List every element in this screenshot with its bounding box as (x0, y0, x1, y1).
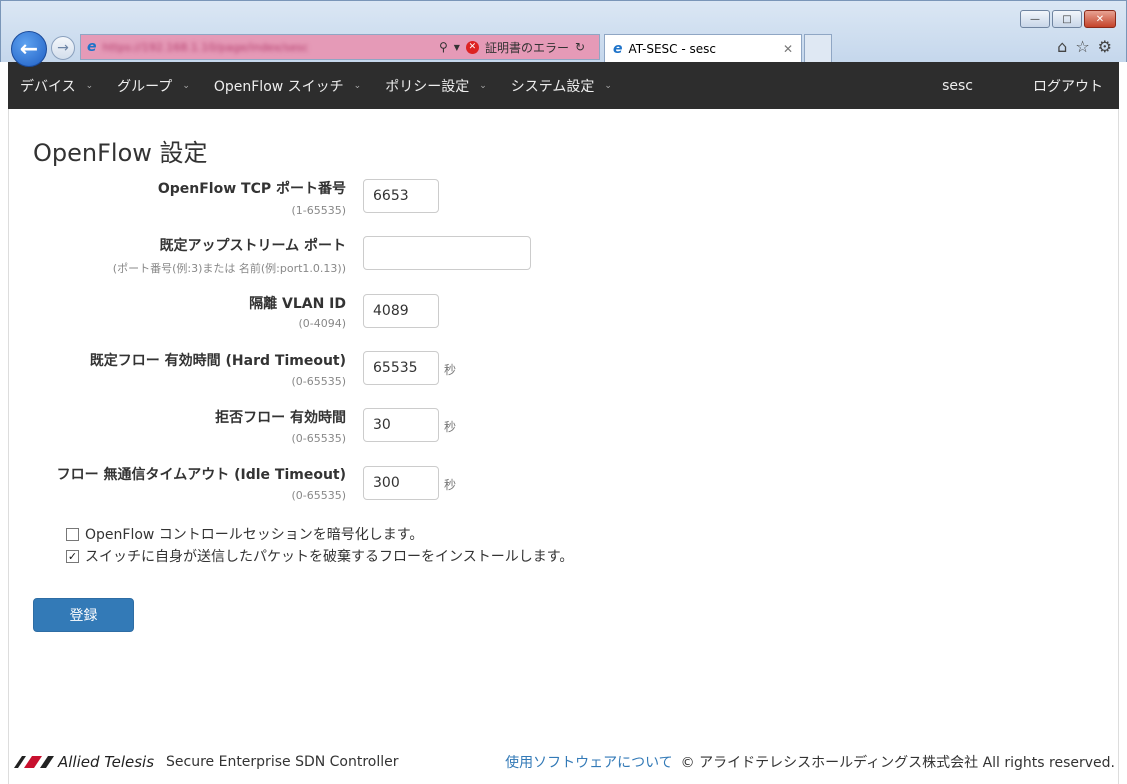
window-controls: — □ ✕ (1020, 10, 1116, 28)
drop-own-packets-option[interactable]: ✓ スイッチに自身が送信したパケットを破棄するフローをインストールします。 (66, 546, 573, 566)
content-area (8, 109, 1119, 784)
product-name: Secure Enterprise SDN Controller (166, 754, 399, 770)
minimize-button[interactable]: — (1020, 10, 1050, 28)
close-window-button[interactable]: ✕ (1084, 10, 1116, 28)
software-info-link[interactable]: 使用ソフトウェアについて (505, 752, 673, 772)
dropdown-icon[interactable]: ▼ (454, 43, 460, 52)
copyright: © アライドテレシスホールディングス株式会社 All rights reserv… (680, 755, 1115, 771)
field-hint: (1-65535) (291, 204, 346, 217)
chevron-down-icon: ⌄ (353, 80, 362, 91)
unit-label: 秒 (444, 478, 457, 492)
quarantine-vlan-input[interactable] (363, 294, 439, 328)
cert-error-icon: ✕ (465, 40, 479, 54)
field-hint: (0-4094) (298, 317, 346, 330)
allied-telesis-logo: Allied Telesis (14, 753, 154, 771)
nav-label: デバイス (20, 78, 76, 95)
address-bar[interactable]: e https://192.168.1.10/page/index/sesc ⚲… (80, 34, 600, 60)
nav-label: ポリシー設定 (385, 78, 470, 95)
browser-tab[interactable]: e AT-SESC - sesc ✕ (604, 34, 802, 62)
encrypt-session-checkbox[interactable] (66, 527, 79, 541)
top-navbar: デバイス ⌄ グループ ⌄ OpenFlow スイッチ ⌄ ポリシー設定 ⌄ システム設… (8, 62, 1119, 109)
field-label: OpenFlow TCP ポート番号 (157, 181, 346, 197)
checkbox-label: スイッチに自身が送信したパケットを破棄するフローをインストールします。 (85, 549, 574, 565)
nav-devices[interactable]: デバイス ⌄ (8, 62, 105, 109)
gear-icon[interactable]: ⚙ (1098, 37, 1112, 56)
upstream-port-input[interactable] (363, 236, 531, 270)
new-tab-button[interactable] (804, 34, 832, 62)
logout-link[interactable]: ログアウト (999, 76, 1119, 96)
field-hint: (0-65535) (291, 432, 346, 445)
nav-policy[interactable]: ポリシー設定 ⌄ (373, 62, 499, 109)
forward-button[interactable]: → (51, 36, 75, 60)
close-tab-icon[interactable]: ✕ (783, 42, 793, 56)
arrow-right-icon: → (57, 40, 69, 56)
field-hint: (0-65535) (291, 489, 346, 502)
field-label: 既定フロー 有効時間 (Hard Timeout) (89, 353, 346, 369)
tab-title: AT-SESC - sesc (628, 41, 716, 56)
chevron-down-icon: ⌄ (85, 80, 94, 91)
maximize-button[interactable]: □ (1052, 10, 1082, 28)
encrypt-session-option[interactable]: OpenFlow コントロールセッションを暗号化します。 (66, 524, 423, 544)
back-button[interactable]: ← (11, 31, 47, 67)
field-hint: (0-65535) (291, 375, 346, 388)
ie-icon: e (87, 39, 97, 55)
drop-own-packets-checkbox[interactable]: ✓ (66, 549, 79, 563)
unit-label: 秒 (444, 363, 457, 377)
arrow-left-icon: ← (19, 36, 39, 62)
nav-label: グループ (117, 78, 173, 95)
allied-telesis-logo-icon (14, 756, 54, 768)
refresh-icon[interactable]: ↻ (575, 40, 585, 54)
chevron-down-icon: ⌄ (182, 80, 190, 91)
nav-system[interactable]: システム設定 ⌄ (499, 62, 624, 109)
nav-username: sesc (942, 77, 973, 94)
idle-timeout-input[interactable] (363, 466, 439, 500)
ie-tab-icon: e (613, 40, 623, 57)
field-label: フロー 無通信タイムアウト (Idle Timeout) (56, 467, 346, 483)
hard-timeout-input[interactable] (363, 351, 439, 385)
unit-label: 秒 (444, 420, 457, 434)
field-label: 既定アップストリーム ポート (159, 238, 346, 254)
nav-label: システム設定 (510, 78, 595, 95)
browser-chrome: — □ ✕ ← → e https://192.168.1.10/page/in… (0, 0, 1127, 67)
nav-label: OpenFlow スイッチ (213, 78, 344, 95)
tcp-port-input[interactable] (363, 179, 439, 213)
field-hint: (ポート番号(例:3)または 名前(例:port1.0.13)) (112, 262, 346, 275)
cert-error-label[interactable]: 証明書のエラー (485, 39, 569, 56)
brand-name: Allied Telesis (58, 753, 155, 771)
field-label: 拒否フロー 有効時間 (215, 410, 346, 426)
checkbox-label: OpenFlow コントロールセッションを暗号化します。 (85, 527, 424, 543)
home-icon[interactable]: ⌂ (1057, 37, 1067, 56)
nav-groups[interactable]: グループ ⌄ (105, 62, 202, 109)
deny-flow-timeout-input[interactable] (363, 408, 439, 442)
field-label: 隔離 VLAN ID (249, 296, 346, 312)
search-icon[interactable]: ⚲ (439, 40, 448, 54)
star-icon[interactable]: ☆ (1075, 37, 1089, 56)
chevron-down-icon: ⌄ (604, 80, 612, 91)
chevron-down-icon: ⌄ (479, 80, 487, 91)
footer: Allied Telesis Secure Enterprise SDN Con… (8, 745, 1119, 779)
register-button[interactable]: 登録 (33, 598, 134, 632)
nav-openflow-switch[interactable]: OpenFlow スイッチ ⌄ (202, 62, 373, 109)
address-url[interactable]: https://192.168.1.10/page/index/sesc (103, 41, 309, 54)
page-title: OpenFlow 設定 (33, 139, 208, 167)
